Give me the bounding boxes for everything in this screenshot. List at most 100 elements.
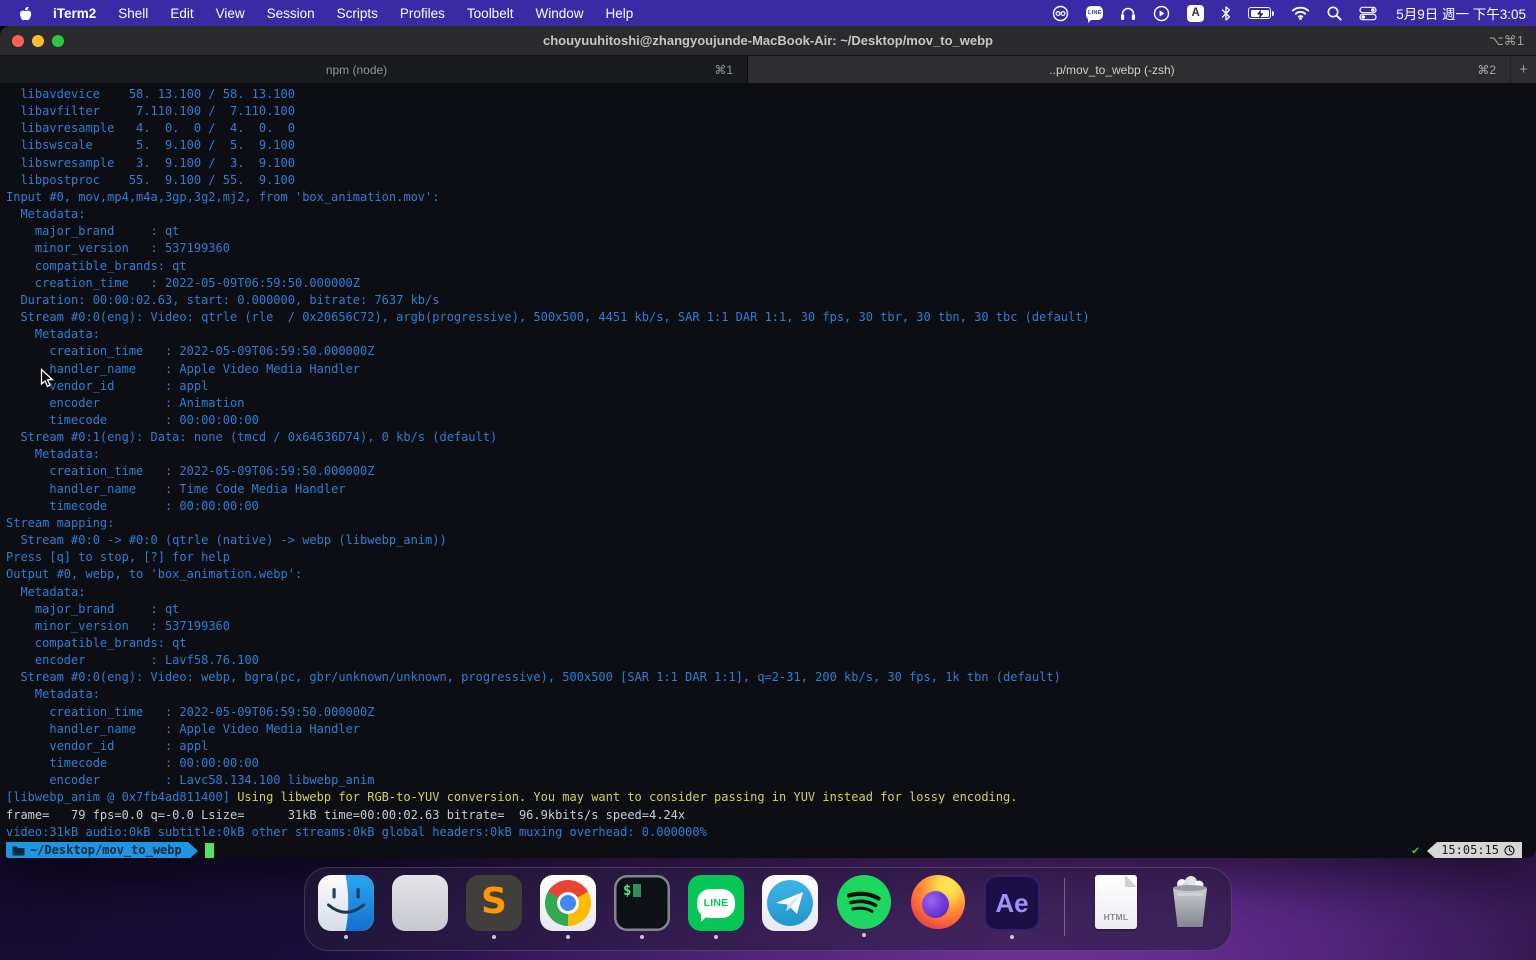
dock-telegram[interactable] (761, 875, 819, 939)
chip-arrow (1427, 842, 1437, 858)
terminal-line: Stream #0:0(eng): Video: qtrle (rle / 0x… (6, 309, 1536, 326)
menu-clock[interactable]: 5月9日 週一 下午3:05 (1396, 3, 1526, 23)
running-indicator (714, 935, 718, 939)
terminal-line: Output #0, webp, to 'box_animation.webp'… (6, 566, 1536, 583)
terminal-line: vendor_id : appl (6, 378, 1536, 395)
terminal-line: major_brand : qt (6, 601, 1536, 618)
terminal-line: Metadata: (6, 686, 1536, 703)
prompt-time: 15:05:15 (1441, 842, 1499, 858)
menu-iterm2[interactable]: iTerm2 (42, 6, 107, 21)
terminal-output: libavdevice 58. 13.100 / 58. 13.100 liba… (6, 86, 1536, 841)
tab-shortcut: ⌘2 (1477, 63, 1510, 77)
window-title: chouyuuhitoshi@zhangyoujunde-MacBook-Air… (0, 33, 1536, 48)
terminal-line: encoder : Lavf58.76.100 (6, 652, 1536, 669)
wifi-icon[interactable] (1291, 6, 1310, 20)
terminal-line: compatible_brands: qt (6, 635, 1536, 652)
tab-label: npm (node) (0, 63, 713, 77)
terminal-line: Stream #0:1(eng): Data: none (tmcd / 0x6… (6, 429, 1536, 446)
play-circle-icon[interactable] (1153, 5, 1170, 22)
terminal-line: libavfilter 7.110.100 / 7.110.100 (6, 103, 1536, 120)
dock-iterm[interactable]: $ (613, 875, 671, 939)
terminal-line: vendor_id : appl (6, 738, 1536, 755)
apple-menu-icon[interactable] (18, 4, 34, 22)
telegram-icon (762, 875, 818, 931)
launchpad-icon (392, 875, 448, 931)
menu-edit[interactable]: Edit (159, 6, 204, 21)
terminal-content[interactable]: libavdevice 58. 13.100 / 58. 13.100 liba… (0, 83, 1536, 857)
terminal-line: libswresample 3. 9.100 / 3. 9.100 (6, 155, 1536, 172)
menu-bar: iTerm2ShellEditViewSessionScriptsProfile… (0, 0, 1536, 26)
terminal-line: Duration: 00:00:02.63, start: 0.000000, … (6, 292, 1536, 309)
spotlight-icon[interactable] (1327, 6, 1342, 21)
terminal-line: creation_time : 2022-05-09T06:59:50.0000… (6, 343, 1536, 360)
terminal-line: minor_version : 537199360 (6, 240, 1536, 257)
spotify-icon (837, 875, 891, 929)
menu-toolbelt[interactable]: Toolbelt (456, 6, 525, 21)
terminal-line: Stream mapping: (6, 515, 1536, 532)
terminal-line: encoder : Lavc58.134.100 libwebp_anim (6, 772, 1536, 789)
tab-mov-to-webp[interactable]: ..p/mov_to_webp (-zsh) ⌘2 (748, 56, 1510, 83)
terminal-line: creation_time : 2022-05-09T06:59:50.0000… (6, 463, 1536, 480)
terminal-line: handler_name : Time Code Media Handler (6, 481, 1536, 498)
terminal-line: compatible_brands: qt (6, 258, 1536, 275)
terminal-line: Metadata: (6, 326, 1536, 343)
close-button[interactable] (12, 35, 24, 47)
dock-launchpad[interactable] (391, 875, 449, 939)
running-indicator (862, 933, 866, 937)
terminal-line: timecode : 00:00:00:00 (6, 755, 1536, 772)
battery-icon[interactable] (1248, 7, 1274, 19)
dock-chrome[interactable] (539, 875, 597, 939)
shell-prompt: ~/Desktop/mov_to_webp ✔ 15:05:15 (6, 842, 1536, 858)
headphones-icon[interactable] (1120, 6, 1136, 21)
terminal-line: Metadata: (6, 584, 1536, 601)
terminal-line: libpostproc 55. 9.100 / 55. 9.100 (6, 172, 1536, 189)
new-tab-button[interactable]: + (1510, 56, 1536, 83)
menu-help[interactable]: Help (594, 6, 644, 21)
tab-npm-node[interactable]: npm (node) ⌘1 (0, 56, 748, 83)
terminal-line: Press [q] to stop, [?] for help (6, 549, 1536, 566)
input-method-icon[interactable]: A (1187, 5, 1204, 22)
terminal-line: handler_name : Apple Video Media Handler (6, 721, 1536, 738)
status-area: LINE A 5月9日 週一 下午3:05 (1052, 3, 1526, 23)
terminal-line: video:31kB audio:0kB subtitle:0kB other … (6, 824, 1536, 841)
running-indicator (1010, 935, 1014, 939)
dock-trash[interactable] (1161, 875, 1219, 937)
tab-bar: npm (node) ⌘1 ..p/mov_to_webp (-zsh) ⌘2 … (0, 56, 1536, 83)
terminal-line: [libwebp_anim @ 0x7fb4ad811400] Using li… (6, 789, 1536, 806)
dock-finder[interactable] (317, 875, 375, 939)
finder-icon (318, 875, 374, 931)
line-status-icon[interactable]: LINE (1086, 6, 1103, 20)
chrome-icon (540, 875, 596, 931)
exit-status-check: ✔ (1412, 842, 1419, 858)
terminal-line: handler_name : Apple Video Media Handler (6, 361, 1536, 378)
creative-cloud-icon[interactable] (1052, 5, 1069, 22)
firefox-icon (911, 875, 965, 929)
line-icon: LINE (688, 875, 744, 931)
dock-line[interactable]: LINE (687, 875, 745, 939)
dock-spotify[interactable] (835, 875, 893, 937)
menu-scripts[interactable]: Scripts (326, 6, 389, 21)
running-indicator (344, 935, 348, 939)
terminal-line: major_brand : qt (6, 223, 1536, 240)
dock-firefox[interactable] (909, 875, 967, 937)
terminal-line: Input #0, mov,mp4,m4a,3gp,3g2,mj2, from … (6, 189, 1536, 206)
menu-view[interactable]: View (205, 6, 256, 21)
zoom-button[interactable] (52, 35, 64, 47)
dock: S $ LINE Ae (304, 867, 1232, 951)
after-effects-icon: Ae (984, 875, 1040, 931)
minimize-button[interactable] (32, 35, 44, 47)
bluetooth-icon[interactable] (1221, 6, 1231, 21)
prompt-time-chip: 15:05:15 (1427, 842, 1522, 858)
html-file-icon: HTML (1095, 875, 1137, 929)
menu-profiles[interactable]: Profiles (389, 6, 456, 21)
clock-icon (1504, 845, 1515, 856)
terminal-line: Metadata: (6, 206, 1536, 223)
dock-html-file[interactable]: HTML (1087, 875, 1145, 937)
dock-after-effects[interactable]: Ae (983, 875, 1041, 939)
running-indicator (492, 935, 496, 939)
menu-session[interactable]: Session (256, 6, 326, 21)
menu-window[interactable]: Window (524, 6, 594, 21)
menu-shell[interactable]: Shell (107, 6, 159, 21)
control-center-icon[interactable] (1359, 6, 1377, 21)
dock-sublime-text[interactable]: S (465, 875, 523, 939)
